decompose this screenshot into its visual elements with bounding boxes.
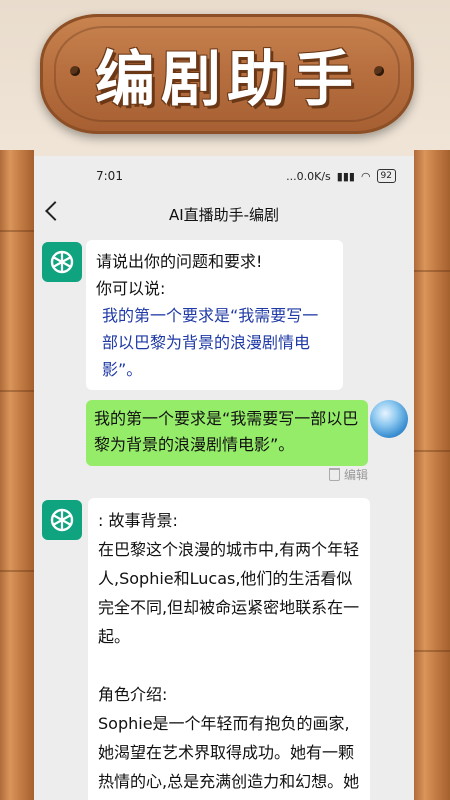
message-paragraph: Sophie是一个年轻而有抱负的画家,她渴望在艺术界取得成功。她有一颗热情的心,… bbox=[98, 714, 360, 791]
chat-title: AI直播助手-编剧 bbox=[168, 205, 280, 224]
banner-board: 编剧助手 bbox=[40, 14, 414, 134]
wood-post-right bbox=[414, 150, 450, 800]
wood-post-left bbox=[0, 150, 34, 800]
wifi-icon: ◠ bbox=[360, 169, 371, 183]
bot-message: : 故事背景: 在巴黎这个浪漫的城市中,有两个年轻人,Sophie和Lucas,… bbox=[88, 498, 370, 800]
user-avatar[interactable] bbox=[370, 400, 408, 438]
nail-icon bbox=[374, 66, 384, 76]
edit-label: 编辑 bbox=[343, 468, 368, 482]
nav-bar: AI直播助手-编剧 bbox=[34, 196, 414, 232]
nail-icon bbox=[70, 66, 80, 76]
message-line: 请说出你的问题和要求! bbox=[96, 252, 263, 271]
trash-icon bbox=[328, 468, 340, 481]
signal-icon: ▮▮▮ bbox=[336, 169, 355, 183]
bot-message: 请说出你的问题和要求! 你可以说: 我的第一个要求是“我需要写一部以巴黎为背景的… bbox=[86, 240, 343, 390]
message-heading: : 故事背景: bbox=[98, 511, 178, 530]
bot-avatar[interactable] bbox=[42, 500, 82, 540]
network-speed: ...0.0K/s bbox=[286, 169, 331, 183]
user-message: 我的第一个要求是“我需要写一部以巴黎为背景的浪漫剧情电影”。 bbox=[86, 400, 368, 466]
phone-screen: 7:01 ...0.0K/s ▮▮▮ ◠ 92 AI直播助手-编剧 请说出你的问… bbox=[34, 156, 414, 800]
status-time: 7:01 bbox=[96, 169, 123, 183]
battery-icon: 92 bbox=[376, 169, 396, 183]
banner-title: 编剧助手 bbox=[95, 44, 359, 115]
bot-avatar[interactable] bbox=[42, 242, 82, 282]
openai-logo-icon bbox=[50, 508, 74, 532]
example-prompt-link[interactable]: 我的第一个要求是“我需要写一部以巴黎为背景的浪漫剧情电影”。 bbox=[96, 302, 333, 383]
message-line: 你可以说: bbox=[96, 279, 166, 298]
openai-logo-icon bbox=[50, 250, 74, 274]
edit-button[interactable]: 编辑 bbox=[328, 466, 368, 483]
status-bar: 7:01 ...0.0K/s ▮▮▮ ◠ 92 bbox=[34, 156, 414, 196]
message-heading: 角色介绍: bbox=[98, 685, 168, 704]
message-paragraph: 在巴黎这个浪漫的城市中,有两个年轻人,Sophie和Lucas,他们的生活看似完… bbox=[98, 540, 360, 646]
